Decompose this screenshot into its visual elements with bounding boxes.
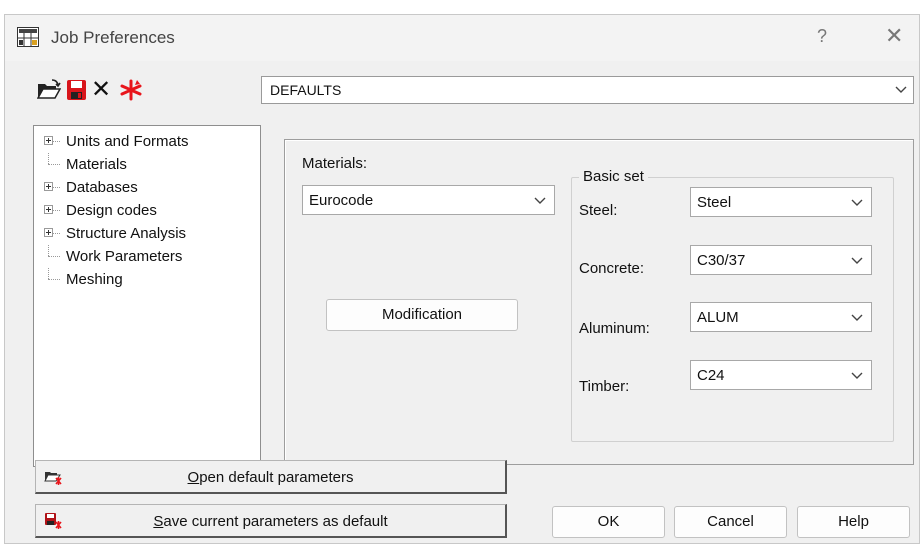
tree-item-meshing[interactable]: Meshing — [34, 268, 260, 291]
save-current-as-default-button[interactable]: Save current parameters as default — [35, 504, 507, 538]
ok-button-label: OK — [597, 513, 620, 530]
chevron-down-icon — [895, 86, 907, 93]
defaults-combo-value: DEFAULTS — [270, 82, 342, 98]
cancel-button[interactable]: Cancel — [674, 506, 787, 538]
materials-select-value: Eurocode — [309, 192, 374, 209]
tree-item-structure-analysis[interactable]: Structure Analysis — [34, 222, 260, 245]
reset-icon[interactable] — [119, 79, 143, 101]
tree-item-label: Units and Formats — [66, 133, 189, 150]
materials-label: Materials: — [302, 155, 368, 172]
window-title: Job Preferences — [51, 28, 175, 47]
tree-item-label: Materials — [66, 156, 127, 173]
tree-item-design-codes[interactable]: Design codes — [34, 199, 260, 222]
app-icon — [17, 27, 39, 47]
concrete-select-value: C30/37 — [697, 252, 746, 269]
concrete-label: Concrete: — [579, 260, 645, 277]
tree-item-label: Meshing — [66, 271, 123, 288]
tree-item-label: Structure Analysis — [66, 225, 187, 242]
cancel-button-label: Cancel — [707, 513, 754, 530]
help-button-label: Help — [838, 513, 869, 530]
aluminum-select[interactable]: ALUM — [690, 302, 872, 332]
ok-button[interactable]: OK — [552, 506, 665, 538]
chevron-down-icon — [851, 199, 863, 206]
close-button[interactable]: ✕ — [885, 23, 903, 49]
preferences-tree[interactable]: Units and Formats Materials Databases De… — [33, 125, 261, 467]
steel-select[interactable]: Steel — [690, 187, 872, 217]
expand-icon[interactable] — [44, 205, 53, 214]
timber-select[interactable]: C24 — [690, 360, 872, 390]
chevron-down-icon — [534, 197, 546, 204]
steel-label: Steel: — [579, 202, 618, 219]
tree-item-materials[interactable]: Materials — [34, 153, 260, 176]
timber-select-value: C24 — [697, 367, 725, 384]
delete-icon[interactable]: ✕ — [91, 75, 111, 104]
job-preferences-dialog: Job Preferences ? ✕ ✕ DEFAULTS Units and… — [4, 14, 920, 544]
basic-set-title: Basic set — [579, 168, 648, 185]
chevron-down-icon — [851, 314, 863, 321]
modification-button[interactable]: Modification — [326, 299, 518, 331]
chevron-down-icon — [851, 372, 863, 379]
defaults-combo[interactable]: DEFAULTS — [261, 76, 914, 104]
save-icon[interactable] — [65, 79, 89, 101]
aluminum-select-value: ALUM — [697, 309, 739, 326]
title-bar: Job Preferences ? ✕ — [5, 15, 919, 61]
tree-item-work-parameters[interactable]: Work Parameters — [34, 245, 260, 268]
open-folder-icon[interactable] — [37, 79, 61, 101]
help-button[interactable]: Help — [797, 506, 910, 538]
tree-item-databases[interactable]: Databases — [34, 176, 260, 199]
chevron-down-icon — [851, 257, 863, 264]
expand-icon[interactable] — [44, 228, 53, 237]
modification-button-label: Modification — [381, 306, 463, 323]
help-title-button[interactable]: ? — [817, 26, 827, 47]
tree-item-label: Work Parameters — [66, 248, 183, 265]
concrete-select[interactable]: C30/37 — [690, 245, 872, 275]
aluminum-label: Aluminum: — [579, 320, 650, 337]
steel-select-value: Steel — [697, 194, 732, 211]
open-default-parameters-label: Open default parameters — [187, 469, 354, 486]
expand-icon[interactable] — [44, 136, 53, 145]
timber-label: Timber: — [579, 378, 630, 395]
expand-icon[interactable] — [44, 182, 53, 191]
open-default-parameters-button[interactable]: Open default parameters — [35, 460, 507, 494]
save-current-as-default-label: Save current parameters as default — [153, 513, 388, 530]
tree-item-label: Design codes — [66, 202, 157, 219]
tree-item-units-and-formats[interactable]: Units and Formats — [34, 130, 260, 153]
materials-select[interactable]: Eurocode — [302, 185, 555, 215]
tree-item-label: Databases — [66, 179, 138, 196]
